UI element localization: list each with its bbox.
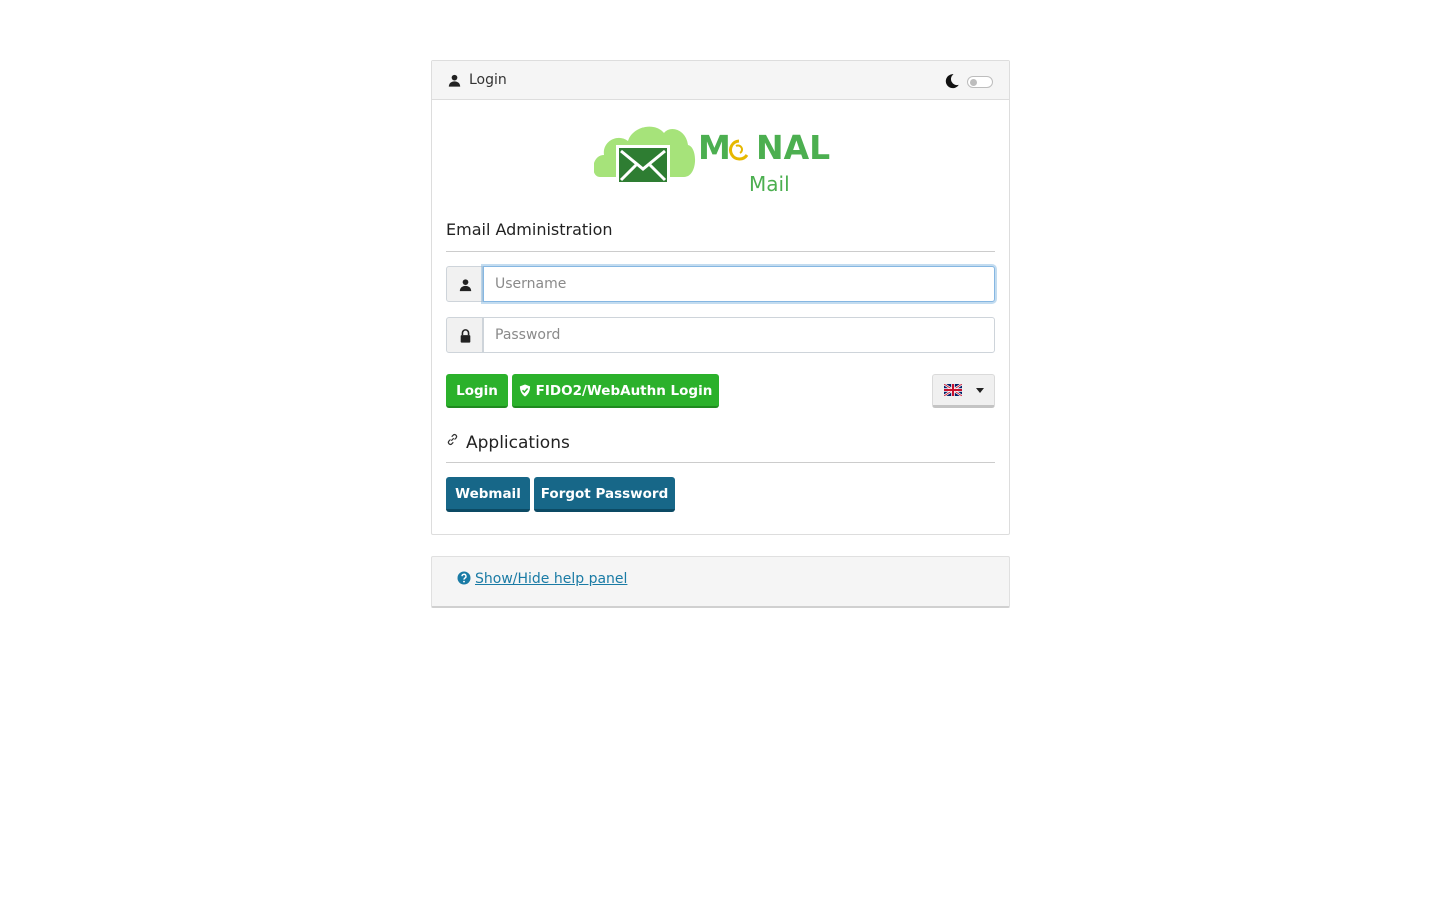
help-toggle-link[interactable]: Show/Hide help panel [457, 571, 627, 587]
svg-text:M: M [698, 128, 731, 167]
login-button[interactable]: Login [446, 374, 508, 408]
password-addon [446, 317, 483, 353]
email-administration-title: Email Administration [446, 220, 613, 239]
monal-mail-logo: M NAL Mail [594, 126, 830, 196]
webmail-button-label: Webmail [455, 486, 521, 502]
shield-check-icon [519, 384, 530, 397]
panel-title: Login [469, 72, 507, 88]
username-input[interactable] [483, 266, 995, 302]
help-panel: Show/Hide help panel [431, 556, 1010, 608]
dark-mode-toggle[interactable] [967, 76, 993, 88]
forgot-password-button-label: Forgot Password [540, 486, 669, 502]
fido2-button-label: FIDO2/WebAuthn Login [535, 383, 713, 399]
chevron-down-icon [976, 388, 984, 393]
moon-icon[interactable] [944, 73, 960, 89]
divider [446, 251, 995, 252]
question-circle-icon [457, 571, 471, 585]
password-group [446, 317, 995, 353]
applications-title: Applications [466, 433, 570, 453]
link-icon [447, 434, 458, 445]
login-panel: Login M NAL Mail Email Administration Us… [431, 60, 1010, 535]
login-button-label: Login [456, 383, 498, 399]
username-group [446, 266, 995, 302]
help-link-label: Show/Hide help panel [475, 571, 628, 587]
webmail-button[interactable]: Webmail [446, 477, 530, 512]
uk-flag-icon [944, 384, 962, 396]
forgot-password-button[interactable]: Forgot Password [534, 477, 675, 512]
user-icon [448, 74, 461, 87]
user-icon [459, 279, 472, 292]
password-input[interactable] [483, 317, 995, 353]
lock-icon [460, 329, 471, 343]
language-dropdown[interactable] [932, 374, 995, 408]
panel-heading: Login [432, 61, 1009, 100]
fido2-login-button[interactable]: FIDO2/WebAuthn Login [512, 374, 719, 408]
svg-text:NAL: NAL [756, 128, 830, 167]
username-addon [446, 266, 483, 302]
divider [446, 462, 995, 463]
svg-text:Mail: Mail [749, 172, 790, 196]
